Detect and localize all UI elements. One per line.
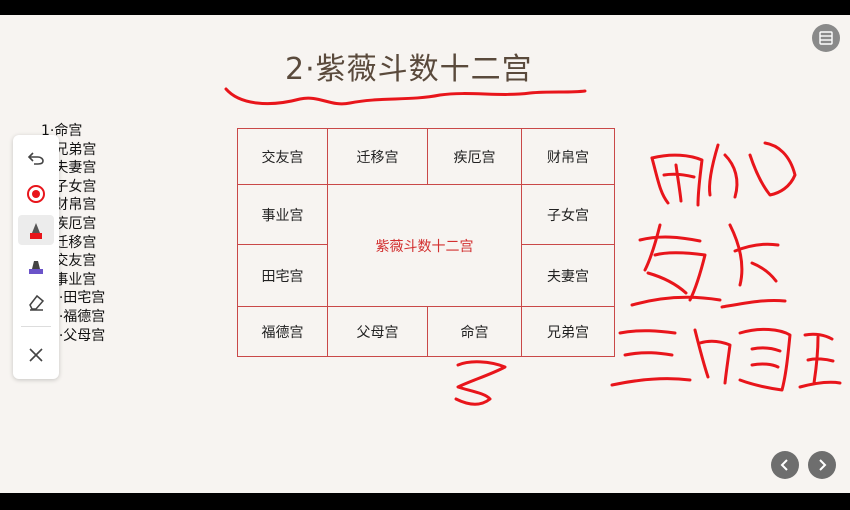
- eraser-button[interactable]: [18, 287, 54, 317]
- highlighter-icon: [29, 261, 43, 274]
- bottom-bar: [0, 493, 850, 510]
- window-menu-icon: [819, 31, 833, 45]
- highlighter-button[interactable]: [18, 251, 54, 281]
- toolbar-divider: [21, 326, 51, 327]
- undo-icon: [27, 152, 44, 165]
- red-pen-button[interactable]: [18, 215, 54, 245]
- next-slide-button[interactable]: [808, 451, 836, 479]
- chevron-left-icon: [780, 459, 788, 471]
- laser-pointer-button[interactable]: [18, 179, 54, 209]
- annotation-toolbar: [13, 135, 59, 379]
- close-toolbar-button[interactable]: [18, 340, 54, 370]
- close-icon: [29, 348, 43, 362]
- handwriting-ink: [454, 141, 842, 406]
- red-pen-icon: [30, 223, 42, 239]
- menu-button[interactable]: [812, 24, 840, 52]
- slide-canvas: 2·紫薇斗数十二宫 1·命宫 2·兄弟宫 3·夫妻宫 4·子女宫 5·财帛宫 6…: [0, 15, 850, 493]
- laser-pointer-icon: [27, 185, 45, 203]
- chevron-right-icon: [819, 459, 827, 471]
- eraser-icon: [29, 294, 45, 311]
- previous-slide-button[interactable]: [771, 451, 799, 479]
- undo-button[interactable]: [18, 143, 54, 173]
